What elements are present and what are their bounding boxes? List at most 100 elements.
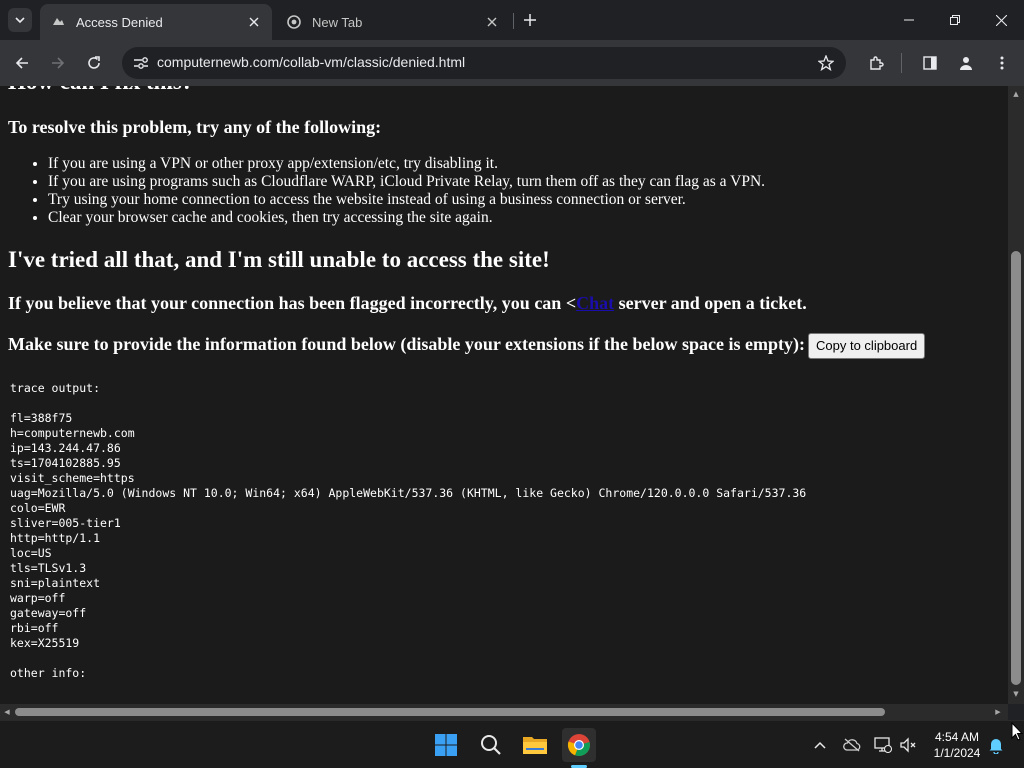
scroll-down-arrow-icon[interactable]: ▼ <box>1012 690 1020 698</box>
trace-line: ip=143.244.47.86 <box>10 441 121 455</box>
close-window-button[interactable] <box>978 0 1024 40</box>
bell-icon <box>989 739 1003 754</box>
flagged-text-before: If you believe that your connection has … <box>8 293 577 313</box>
site-info-icon[interactable] <box>132 54 150 72</box>
heading-still-unable: I've tried all that, and I'm still unabl… <box>8 247 550 272</box>
tab-new-tab[interactable]: New Tab <box>276 4 510 40</box>
extensions-button[interactable] <box>862 49 890 77</box>
page-viewport: How can I fix this? To resolve this prob… <box>0 86 1008 704</box>
tab-strip: Access Denied New Tab <box>0 0 1024 40</box>
network-icon <box>874 737 892 753</box>
reload-icon <box>88 56 100 69</box>
scroll-up-arrow-icon[interactable]: ▲ <box>1012 90 1020 98</box>
scroll-left-arrow-icon[interactable]: ◀ <box>3 708 11 716</box>
horizontal-scrollbar[interactable]: ◀ ▶ <box>0 704 1008 720</box>
info-text: Make sure to provide the information fou… <box>8 334 806 355</box>
network-tray-button[interactable] <box>873 735 893 755</box>
info-paragraph: Make sure to provide the information fou… <box>8 333 998 359</box>
close-tab-icon[interactable] <box>246 14 262 30</box>
kebab-menu-icon <box>1000 56 1004 70</box>
tab-separator <box>513 13 514 29</box>
windows-logo-icon <box>435 734 457 756</box>
folder-icon <box>523 737 547 754</box>
list-item: If you are using programs such as Cloudf… <box>48 173 998 191</box>
trace-output-block: trace output: fl=388f75 h=computernewb.co… <box>10 381 998 681</box>
chevron-down-icon <box>15 17 25 24</box>
trace-line: tls=TLSv1.3 <box>10 561 87 575</box>
volume-muted-icon <box>900 737 916 753</box>
trace-line: colo=EWR <box>10 501 66 515</box>
side-panel-button[interactable] <box>916 49 944 77</box>
tips-list: If you are using a VPN or other proxy ap… <box>48 155 998 227</box>
chrome-taskbar-button[interactable] <box>562 728 596 762</box>
arrow-left-icon <box>15 57 28 69</box>
trace-line: sliver=005-tier1 <box>10 516 121 530</box>
chevron-up-icon <box>814 741 826 749</box>
reload-button[interactable] <box>80 49 108 77</box>
heading-how-to-fix: How can I fix this? <box>8 86 998 96</box>
trace-line: ts=1704102885.95 <box>10 456 121 470</box>
mouse-cursor-icon <box>1011 722 1023 741</box>
minimize-button[interactable] <box>886 0 932 40</box>
back-button[interactable] <box>8 49 36 77</box>
system-clock[interactable]: 4:54 AM 1/1/2024 <box>925 729 989 761</box>
trace-line: warp=off <box>10 591 66 605</box>
new-tab-button[interactable] <box>518 8 542 32</box>
page-content: How can I fix this? To resolve this prob… <box>8 86 998 681</box>
tab-title: New Tab <box>312 14 363 30</box>
list-item: If you are using a VPN or other proxy ap… <box>48 155 998 173</box>
chrome-menu-button[interactable] <box>988 49 1016 77</box>
horizontal-scroll-thumb[interactable] <box>15 708 885 716</box>
minimize-icon <box>904 19 914 21</box>
vertical-scrollbar[interactable]: ▲ ▼ <box>1008 86 1024 704</box>
puzzle-icon <box>870 56 884 70</box>
toolbar-divider <box>901 53 902 73</box>
trace-label: trace output: <box>10 381 101 395</box>
side-panel-icon <box>923 56 937 70</box>
trace-line: rbi=off <box>10 621 59 635</box>
notifications-button[interactable] <box>986 735 1006 755</box>
trace-line: sni=plaintext <box>10 576 101 590</box>
trace-line: uag=Mozilla/5.0 (Windows NT 10.0; Win64;… <box>10 486 807 500</box>
search-button[interactable] <box>474 728 508 762</box>
onedrive-tray-button[interactable] <box>842 735 862 755</box>
flagged-text-after: server and open a ticket. <box>614 293 807 313</box>
trace-line: fl=388f75 <box>10 411 73 425</box>
scrollbar-corner <box>1008 704 1024 720</box>
volume-tray-button[interactable] <box>899 735 919 755</box>
profile-button[interactable] <box>952 49 980 77</box>
heading-resolve: To resolve this problem, try any of the … <box>8 117 382 137</box>
scroll-right-arrow-icon[interactable]: ▶ <box>994 708 1002 716</box>
arrow-right-icon <box>52 57 65 69</box>
tab-search-button[interactable] <box>8 8 32 32</box>
list-item: Try using your home connection to access… <box>48 191 998 209</box>
tab-title: Access Denied <box>76 14 163 30</box>
clock-date: 1/1/2024 <box>933 746 981 760</box>
trace-line: kex=X25519 <box>10 636 80 650</box>
chat-link[interactable]: Chat <box>576 293 614 313</box>
restore-icon <box>950 15 960 25</box>
clock-time: 4:54 AM <box>934 730 980 744</box>
chrome-icon <box>567 734 590 757</box>
list-item: Clear your browser cache and cookies, th… <box>48 209 998 227</box>
tab-access-denied[interactable]: Access Denied <box>40 4 272 40</box>
show-hidden-icons-button[interactable] <box>810 735 830 755</box>
address-bar[interactable]: computernewb.com/collab-vm/classic/denie… <box>122 47 846 79</box>
cloud-offline-icon <box>843 738 861 752</box>
other-info-label: other info: <box>10 666 87 680</box>
copy-to-clipboard-button[interactable]: Copy to clipboard <box>808 333 926 359</box>
forward-button[interactable] <box>44 49 72 77</box>
url-text: computernewb.com/collab-vm/classic/denie… <box>157 54 466 70</box>
start-button[interactable] <box>429 728 463 762</box>
trace-line: h=computernewb.com <box>10 426 135 440</box>
bookmark-star-icon[interactable] <box>816 53 836 73</box>
vertical-scroll-thumb[interactable] <box>1011 251 1021 685</box>
search-icon <box>481 735 501 755</box>
file-explorer-button[interactable] <box>518 728 552 762</box>
chrome-favicon-icon <box>286 14 302 30</box>
plus-icon <box>524 14 536 26</box>
trace-line: gateway=off <box>10 606 87 620</box>
close-icon <box>995 14 1007 26</box>
close-tab-icon[interactable] <box>484 14 500 30</box>
restore-button[interactable] <box>932 0 978 40</box>
